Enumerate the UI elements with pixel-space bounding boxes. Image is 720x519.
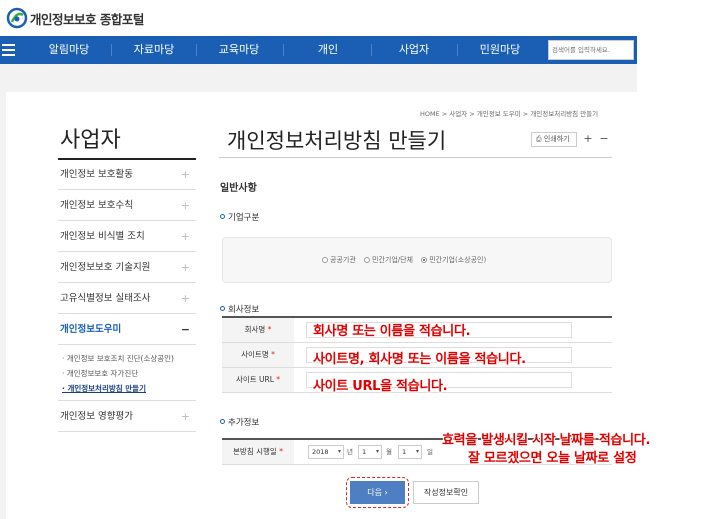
year-unit: 년 bbox=[347, 448, 353, 456]
expand-icon[interactable]: + bbox=[181, 159, 190, 190]
day-select[interactable]: 1 bbox=[398, 445, 422, 459]
label-company-name: 회사명 * bbox=[222, 318, 294, 342]
expand-icon[interactable]: + bbox=[181, 190, 190, 221]
sidebar-item-protection-rules[interactable]: 개인정보 보호수칙 + bbox=[58, 190, 196, 221]
nav-sub-band bbox=[0, 64, 637, 92]
radio-selected-icon bbox=[421, 257, 428, 263]
logo-bar: 개인정보보호 종합포털 bbox=[0, 0, 720, 35]
radio-private-group[interactable]: 민간기업/단체 bbox=[364, 256, 413, 264]
month-unit: 월 bbox=[386, 448, 392, 456]
expand-icon[interactable]: + bbox=[181, 283, 190, 314]
sidebar-subitem-policy-maker[interactable]: · 개인정보처리방침 만들기 bbox=[62, 381, 196, 396]
radio-public[interactable]: 공공기관 bbox=[322, 256, 356, 264]
sidebar-title: 사업자 bbox=[60, 128, 121, 153]
label-effective-date: 본방침 시행일 * bbox=[222, 440, 294, 464]
section-title-general: 일반사항 bbox=[220, 183, 257, 194]
heading-additional-info: 추가정보 bbox=[220, 416, 259, 428]
heading-company-type: 기업구분 bbox=[220, 211, 259, 223]
annotation-date-line1: 효력을 발생시킬 시작 날짜를 적습니다. bbox=[442, 433, 651, 448]
sidebar-subitem-self-check[interactable]: · 개인정보보호 자가진단 bbox=[62, 366, 196, 381]
month-select[interactable]: 1 bbox=[358, 445, 382, 459]
breadcrumb: HOME > 사업자 > 개인정보 도우미 > 개인정보처리방침 만들기 bbox=[420, 110, 599, 118]
sidebar-item-tech-support[interactable]: 개인정보보호 기술지원 + bbox=[58, 252, 196, 283]
printer-icon: ⎙ bbox=[536, 135, 542, 143]
annotation-site-url: 사이트 URL을 적습니다. bbox=[313, 379, 448, 394]
zoom-in-button[interactable]: + bbox=[582, 132, 594, 147]
annotation-company-name: 회사명 또는 이름을 적습니다. bbox=[313, 324, 471, 339]
bullet-icon bbox=[220, 306, 225, 311]
nav-item-education[interactable]: 교육마당 bbox=[206, 36, 272, 64]
sidebar-item-unique-id-survey[interactable]: 고유식별정보 실태조사 + bbox=[58, 283, 196, 314]
review-info-button[interactable]: 작성정보확인 bbox=[413, 481, 479, 504]
label-site-name: 사이트명 * bbox=[222, 343, 294, 367]
portal-logo-icon[interactable] bbox=[6, 7, 28, 29]
expand-icon[interactable]: + bbox=[181, 252, 190, 283]
bullet-icon bbox=[220, 214, 225, 219]
company-type-radios: 공공기관 민간기업/단체 민간기업(소상공인) bbox=[322, 255, 492, 265]
search-input[interactable] bbox=[548, 40, 634, 60]
day-unit: 일 bbox=[427, 448, 433, 456]
label-site-url: 사이트 URL * bbox=[222, 368, 294, 392]
year-select[interactable]: 2018 bbox=[308, 445, 344, 459]
sidebar-item-protection-activity[interactable]: 개인정보 보호활동 + bbox=[58, 159, 196, 190]
sidebar-item-impact-assessment[interactable]: 개인정보 영향평가 + bbox=[58, 401, 196, 432]
left-gutter bbox=[0, 92, 6, 519]
zoom-out-button[interactable]: − bbox=[598, 132, 610, 147]
annotation-date-line2: 잘 모르겠으면 오늘 날짜로 설정 bbox=[468, 451, 637, 466]
sidebar-subitem-diagnosis[interactable]: · 개인정보 보호조치 진단(소상공인) bbox=[62, 351, 196, 366]
nav-item-civil[interactable]: 민원마당 bbox=[467, 36, 533, 64]
expand-icon[interactable]: + bbox=[181, 221, 190, 252]
nav-item-notice[interactable]: 알림마당 bbox=[36, 36, 102, 64]
nav-item-resources[interactable]: 자료마당 bbox=[121, 36, 187, 64]
radio-icon bbox=[322, 257, 328, 263]
collapse-icon[interactable]: − bbox=[181, 314, 190, 345]
hamburger-menu-icon[interactable] bbox=[0, 36, 22, 64]
annotation-site-name: 사이트명, 회사명 또는 이름을 적습니다. bbox=[313, 352, 526, 367]
radio-icon bbox=[364, 257, 370, 263]
sidebar-item-deidentification[interactable]: 개인정보 비식별 조치 + bbox=[58, 221, 196, 252]
sidebar-submenu: · 개인정보 보호조치 진단(소상공인) · 개인정보보호 자가진단 · 개인정… bbox=[58, 345, 196, 401]
page-title: 개인정보처리방침 만들기 bbox=[227, 129, 447, 153]
title-divider bbox=[219, 157, 612, 158]
expand-icon[interactable]: + bbox=[181, 401, 190, 432]
nav-item-business[interactable]: 사업자 bbox=[381, 36, 447, 64]
nav-item-individual[interactable]: 개인 bbox=[295, 36, 361, 64]
sidebar-menu: 개인정보 보호활동 + 개인정보 보호수칙 + 개인정보 비식별 조치 + 개인정보보… bbox=[58, 159, 196, 432]
main-nav: 알림마당 자료마당 교육마당 개인 사업자 민원마당 bbox=[0, 36, 637, 64]
radio-private-small[interactable]: 민간기업(소상공인) bbox=[421, 256, 486, 264]
next-button[interactable]: 다음 › bbox=[350, 481, 405, 504]
print-button[interactable]: ⎙ 인쇄하기 bbox=[531, 132, 577, 147]
bullet-icon bbox=[220, 419, 225, 424]
sidebar-item-privacy-helper[interactable]: 개인정보도우미 − bbox=[58, 314, 196, 345]
heading-company-info: 회사정보 bbox=[220, 303, 259, 315]
portal-logo-text[interactable]: 개인정보보호 종합포털 bbox=[30, 9, 144, 28]
